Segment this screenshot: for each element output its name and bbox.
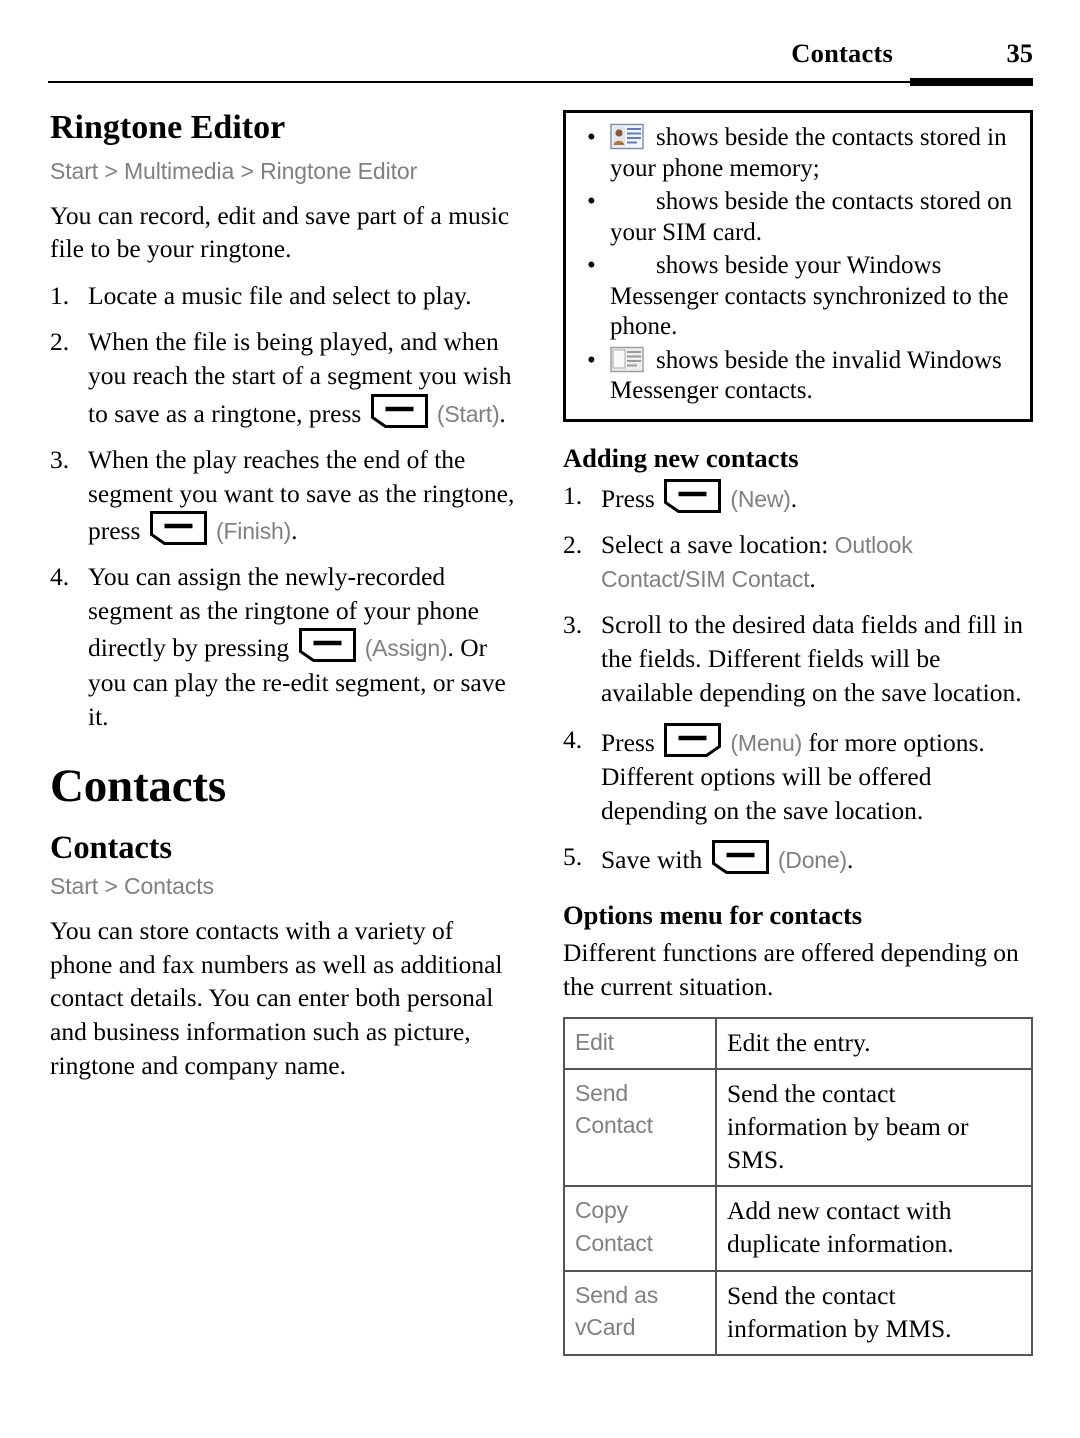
contacts-section-heading: Contacts xyxy=(50,829,172,866)
left-column: Ringtone Editor Start > Multimedia > Rin… xyxy=(50,109,520,1095)
step-text: . xyxy=(291,516,298,546)
step-text: Locate a music file and select to play. xyxy=(88,281,472,311)
legend-bullet-text: shows beside your Windows Messenger cont… xyxy=(610,252,1009,340)
adding-new-contacts-heading: Adding new contacts xyxy=(563,442,799,473)
legend-bullet-list: • shows beside the contacts stored in yo… xyxy=(580,123,1016,407)
step-number: 2. xyxy=(50,327,70,357)
numbered-step: 2. When the file is being played, and whe… xyxy=(50,325,520,430)
legend-bullet-text: shows beside the contacts stored in your… xyxy=(610,124,1007,182)
table-row: Edit Edit the entry. xyxy=(563,1016,1033,1070)
option-name-cell: Send as vCard xyxy=(563,1269,717,1356)
ui-label-text: (Done) xyxy=(771,847,847,874)
option-description-cell: Send the contact information by beam or … xyxy=(715,1067,1033,1188)
sim-contact-icon xyxy=(610,187,644,214)
right-softkey-icon xyxy=(664,722,722,757)
step-number: 3. xyxy=(563,610,583,640)
numbered-step: 3. Scroll to the desired data fields and … xyxy=(563,608,1033,710)
adding-new-contacts-steps: 1. Press (New). 2. Select a save location: … xyxy=(563,478,1033,878)
option-name-cell: Send Contact xyxy=(563,1067,717,1188)
contacts-breadcrumb: Start > Contacts xyxy=(50,872,214,899)
ringtone-editor-steps: 1. Locate a music file and select to play… xyxy=(50,279,520,734)
ringtone-editor-breadcrumb: Start > Multimedia > Ringtone Editor xyxy=(50,157,418,184)
invalid-messenger-contact-icon xyxy=(610,346,644,373)
bullet-marker: • xyxy=(587,252,596,279)
option-description-cell: Edit the entry. xyxy=(715,1016,1033,1070)
table-row: Send Contact Send the contact information… xyxy=(563,1067,1033,1188)
running-header: Contacts 35 xyxy=(48,38,1033,86)
legend-bullet-item: • shows beside the invalid Windows Messe… xyxy=(580,346,1016,407)
ui-label-text: (New) xyxy=(724,485,791,512)
step-text: Select a save location: xyxy=(601,529,835,559)
numbered-step: 5. Save with (Done). xyxy=(563,840,1033,877)
option-description-cell: Add new contact with duplicate informati… xyxy=(715,1185,1033,1272)
messenger-contact-icon xyxy=(610,251,644,278)
bullet-marker: • xyxy=(587,346,596,374)
option-name-cell: Copy Contact xyxy=(563,1185,717,1272)
step-text: Press xyxy=(601,727,662,757)
legend-bullet-item: • shows beside your Windows Messenger con… xyxy=(580,251,1016,343)
left-softkey-icon xyxy=(664,478,722,513)
options-menu-intro: Different functions are offered dependin… xyxy=(563,938,1019,1001)
step-number: 5. xyxy=(563,842,583,872)
bullet-marker: • xyxy=(587,188,596,215)
legend-bullet-item: • shows beside the contacts stored in yo… xyxy=(580,123,1016,184)
header-rule-thin xyxy=(48,81,1033,83)
right-column: • shows beside the contacts stored in yo… xyxy=(563,110,1033,1356)
legend-bullet-item: • shows beside the contacts stored on you… xyxy=(580,187,1016,248)
left-softkey-icon xyxy=(149,511,207,546)
ringtone-editor-heading: Ringtone Editor xyxy=(50,109,286,146)
left-softkey-icon xyxy=(370,393,428,428)
legend-bullet-text: shows beside the invalid Windows Messeng… xyxy=(610,346,1002,405)
header-rule-thick xyxy=(910,78,1033,86)
page-number: 35 xyxy=(1006,38,1034,68)
legend-bullet-text: shows beside the contacts stored on your… xyxy=(610,188,1013,246)
option-description-cell: Send the contact information by MMS. xyxy=(715,1269,1033,1356)
step-number: 3. xyxy=(50,444,70,474)
step-text: Save with xyxy=(601,845,709,875)
numbered-step: 4. Press (Menu) for more options. Differe… xyxy=(563,722,1033,828)
manual-page: Contacts 35 Ringtone Editor Start > Mult… xyxy=(0,0,1080,1438)
contact-icon-legend-box: • shows beside the contacts stored in yo… xyxy=(563,110,1033,422)
option-name-cell: Edit xyxy=(563,1016,717,1070)
step-number: 1. xyxy=(563,480,583,510)
numbered-step: 2. Select a save location: Outlook Contac… xyxy=(563,528,1033,596)
step-text: . xyxy=(499,398,506,428)
contact-card-icon xyxy=(610,123,644,150)
step-text: Scroll to the desired data fields and fi… xyxy=(601,610,1024,708)
contacts-body-text: You can store contacts with a variety of… xyxy=(50,915,503,1080)
step-text: . xyxy=(809,563,816,593)
numbered-step: 4. You can assign the newly-recorded segm… xyxy=(50,560,520,734)
ui-label-text: (Menu) xyxy=(724,729,803,756)
ui-label-text: (Finish) xyxy=(209,518,292,545)
numbered-step: 1. Press (New). xyxy=(563,478,1033,516)
options-menu-table: Edit Edit the entry. Send Contact Send the … xyxy=(563,1016,1033,1356)
step-number: 2. xyxy=(563,529,583,559)
step-text: . xyxy=(790,483,798,513)
step-text: . xyxy=(846,845,854,875)
ui-label-text: (Start) xyxy=(430,400,500,427)
table-row: Send as vCard Send the contact informatio… xyxy=(563,1269,1033,1356)
header-chapter-title: Contacts xyxy=(791,38,893,68)
options-menu-heading: Options menu for contacts xyxy=(563,900,863,931)
step-text: Press xyxy=(601,483,662,513)
step-number: 1. xyxy=(50,281,70,311)
left-softkey-icon xyxy=(711,840,769,875)
numbered-step: 3. When the play reaches the end of the s… xyxy=(50,443,520,548)
contacts-chapter-title: Contacts xyxy=(50,759,226,812)
step-number: 4. xyxy=(50,562,70,592)
numbered-step: 1. Locate a music file and select to play… xyxy=(50,279,520,313)
left-softkey-icon xyxy=(298,628,356,663)
step-number: 4. xyxy=(563,724,583,754)
ui-label-text: (Assign) xyxy=(358,635,448,662)
bullet-marker: • xyxy=(587,124,596,151)
table-row: Copy Contact Add new contact with duplica… xyxy=(563,1185,1033,1272)
ringtone-editor-intro: You can record, edit and save part of a … xyxy=(50,200,510,264)
